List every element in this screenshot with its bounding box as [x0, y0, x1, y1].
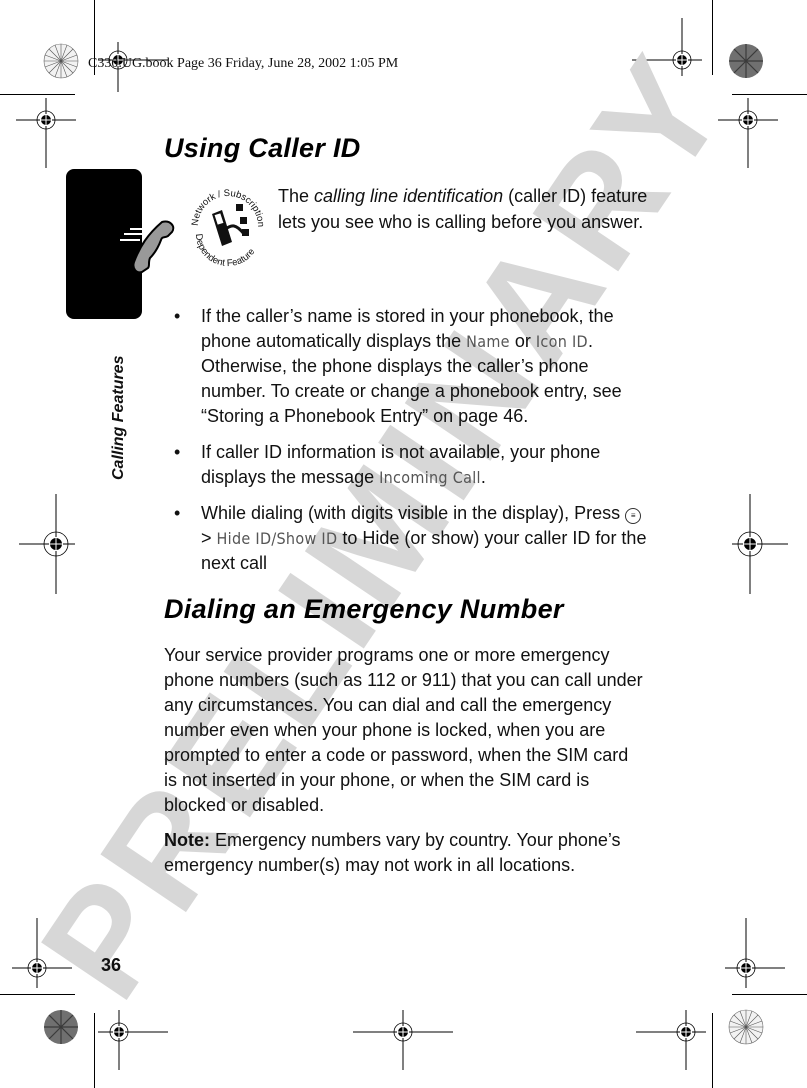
starburst-target-icon — [728, 1009, 764, 1045]
registration-mark-icon — [732, 494, 788, 594]
display-text-hide-show-id: Hide ID/Show ID — [216, 529, 338, 548]
registration-mark-icon — [98, 1010, 168, 1070]
starburst-target-icon — [43, 43, 79, 79]
page-number: 36 — [101, 955, 122, 975]
book-header-stamp: C330.UG.book Page 36 Friday, June 28, 20… — [88, 56, 399, 71]
display-text-name: Name — [466, 332, 510, 351]
starburst-target-icon — [729, 44, 763, 78]
caller-id-intro: The calling line identification (caller … — [278, 186, 648, 232]
display-text-icon-id: Icon ID — [535, 332, 588, 351]
registration-mark-icon — [636, 1010, 706, 1070]
bullet-icon: • — [174, 306, 181, 326]
chapter-label: Calling Features — [110, 355, 127, 480]
registration-mark-icon — [16, 98, 76, 168]
section-title-emergency-number: Dialing an Emergency Number — [164, 594, 564, 624]
registration-mark-icon — [353, 1010, 453, 1070]
network-subscription-dependent-feature-icon: Network / Subscription Dependent Feature — [190, 188, 266, 268]
list-item: • If the caller’s name is stored in your… — [174, 306, 622, 426]
list-item: • If caller ID information is not availa… — [174, 442, 601, 487]
section-title-caller-id: Using Caller ID — [164, 133, 361, 163]
registration-mark-icon — [19, 494, 75, 594]
emergency-note: Note: Emergency numbers vary by country.… — [164, 830, 621, 875]
caller-id-bullet-list: • If the caller’s name is stored in your… — [172, 304, 652, 587]
menu-key-icon: ≡ — [625, 508, 642, 524]
calling-line-identification-term: calling line identification — [314, 186, 504, 206]
emergency-body: Your service provider programs one or mo… — [164, 645, 643, 815]
bullet-icon: • — [174, 442, 181, 462]
registration-mark-icon — [725, 918, 785, 988]
phone-handset-icon — [120, 220, 175, 274]
bullet-icon: • — [174, 503, 181, 523]
svg-text:Network / Subscription: Network / Subscription — [190, 188, 266, 227]
badge-text-top: Network / Subscription — [190, 188, 266, 227]
display-text-incoming-call: Incoming Call — [379, 468, 481, 487]
note-label: Note: — [164, 830, 210, 850]
list-item: • While dialing (with digits visible in … — [174, 503, 647, 573]
starburst-target-icon — [44, 1010, 78, 1044]
